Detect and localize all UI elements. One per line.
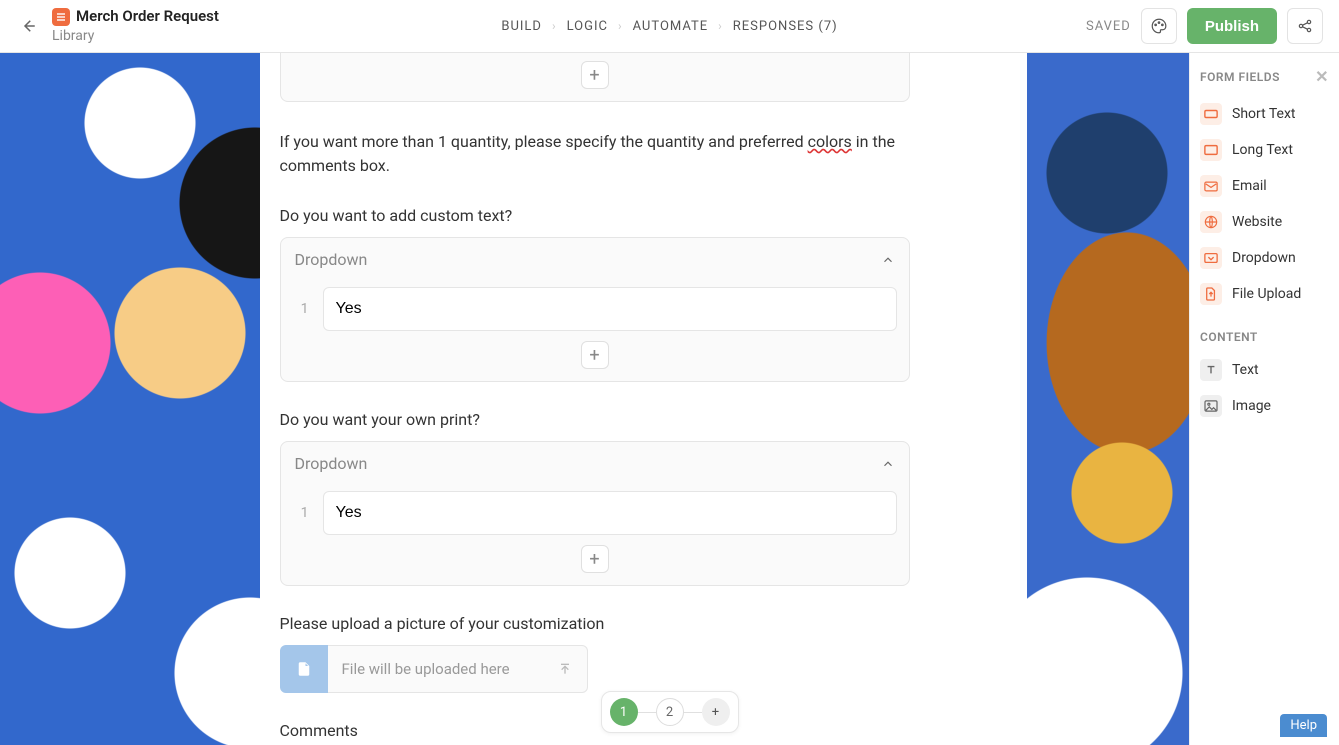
background-art-right (1027, 53, 1189, 745)
tab-logic[interactable]: LOGIC (565, 15, 610, 38)
field-type-short-text[interactable]: Short Text (1200, 96, 1329, 132)
dropdown-header[interactable]: Dropdown (281, 238, 909, 281)
question-custom-text[interactable]: Do you want to add custom text? Dropdown… (280, 206, 910, 382)
upload-placeholder: File will be uploaded here (342, 660, 510, 678)
field-type-label: Dropdown (1232, 250, 1296, 266)
add-option-button[interactable]: + (581, 61, 609, 89)
question-label[interactable]: Do you want to add custom text? (280, 206, 910, 225)
panel-heading: FORM FIELDS (1200, 70, 1280, 84)
field-type-email[interactable]: Email (1200, 168, 1329, 204)
page-2-button[interactable]: 2 (656, 698, 684, 726)
field-type-label: Website (1232, 214, 1282, 230)
chevron-up-icon (881, 253, 895, 267)
form-canvas: + If you want more than 1 quantity, plea… (0, 53, 1189, 745)
theme-button[interactable] (1141, 8, 1177, 44)
content-type-label: Image (1232, 398, 1271, 414)
dropdown-icon (1200, 247, 1222, 269)
field-type-dropdown[interactable]: Dropdown (1200, 240, 1329, 276)
share-icon (1297, 18, 1313, 34)
image-icon (1200, 395, 1222, 417)
question-own-print[interactable]: Do you want your own print? Dropdown 1 + (280, 410, 910, 586)
form-column[interactable]: + If you want more than 1 quantity, plea… (260, 53, 930, 745)
question-upload[interactable]: Please upload a picture of your customiz… (280, 614, 910, 693)
dropdown-header[interactable]: Dropdown (281, 442, 909, 485)
chevron-up-icon (881, 457, 895, 471)
dropdown-option-row[interactable]: 1 (281, 281, 909, 331)
pager-connector (638, 712, 656, 713)
add-option-button[interactable]: + (581, 341, 609, 369)
tab-build[interactable]: BUILD (499, 15, 544, 38)
saved-status: SAVED (1086, 19, 1131, 34)
field-type-website[interactable]: Website (1200, 204, 1329, 240)
email-icon (1200, 175, 1222, 197)
palette-icon (1150, 17, 1168, 35)
page-title: Merch Order Request (76, 7, 219, 27)
intro-paragraph: If you want more than 1 quantity, please… (280, 130, 910, 178)
dropdown-type-label: Dropdown (295, 454, 368, 473)
content-type-image[interactable]: Image (1200, 388, 1329, 424)
question-label[interactable]: Please upload a picture of your customiz… (280, 614, 910, 633)
short-text-icon (1200, 103, 1222, 125)
page-switcher: 1 2 + (601, 691, 739, 733)
question-label[interactable]: Comments (280, 721, 910, 740)
pager-connector (684, 712, 702, 713)
option-input[interactable] (323, 491, 897, 535)
globe-icon (1200, 211, 1222, 233)
file-upload-body[interactable]: File will be uploaded here (328, 645, 588, 693)
panel-heading-content: CONTENT (1200, 330, 1329, 344)
chevron-right-icon: › (718, 19, 723, 33)
dropdown-field[interactable]: Dropdown 1 + (280, 441, 910, 586)
option-index: 1 (293, 505, 317, 521)
long-text-icon (1200, 139, 1222, 161)
field-type-file-upload[interactable]: File Upload (1200, 276, 1329, 312)
tab-responses[interactable]: RESPONSES (7) (731, 15, 840, 38)
option-input[interactable] (323, 287, 897, 331)
upload-arrow-icon (557, 661, 573, 677)
share-button[interactable] (1287, 8, 1323, 44)
field-type-label: Long Text (1232, 142, 1293, 158)
help-button[interactable]: Help (1280, 714, 1327, 737)
option-index: 1 (293, 301, 317, 317)
previous-field-card[interactable]: + (280, 53, 910, 102)
page-1-button[interactable]: 1 (610, 698, 638, 726)
chevron-right-icon: › (618, 19, 623, 33)
question-comments[interactable]: Comments Long text will be typed here (280, 721, 910, 745)
tab-nav: BUILD › LOGIC › AUTOMATE › RESPONSES (7) (499, 15, 839, 38)
question-label[interactable]: Do you want your own print? (280, 410, 910, 429)
field-type-label: File Upload (1232, 286, 1301, 302)
dropdown-type-label: Dropdown (295, 250, 368, 269)
tab-automate[interactable]: AUTOMATE (631, 15, 711, 38)
field-type-label: Short Text (1232, 106, 1296, 122)
close-panel-button[interactable]: ✕ (1315, 67, 1329, 86)
chevron-right-icon: › (552, 19, 557, 33)
breadcrumb[interactable]: Library (52, 27, 219, 45)
topbar: Merch Order Request Library BUILD › LOGI… (0, 0, 1339, 53)
publish-button[interactable]: Publish (1187, 8, 1277, 44)
file-icon (280, 645, 328, 693)
field-type-long-text[interactable]: Long Text (1200, 132, 1329, 168)
dropdown-field[interactable]: Dropdown 1 + (280, 237, 910, 382)
intro-text-err: colors (808, 132, 852, 151)
file-upload-icon (1200, 283, 1222, 305)
content-type-label: Text (1232, 362, 1259, 378)
form-icon (52, 8, 70, 26)
field-type-label: Email (1232, 178, 1267, 194)
text-icon (1200, 359, 1222, 381)
back-button[interactable] (16, 14, 40, 38)
add-page-button[interactable]: + (702, 698, 730, 726)
dropdown-option-row[interactable]: 1 (281, 485, 909, 535)
intro-text-block[interactable]: If you want more than 1 quantity, please… (280, 130, 910, 178)
content-type-text[interactable]: Text (1200, 352, 1329, 388)
add-option-button[interactable]: + (581, 545, 609, 573)
title-block: Merch Order Request Library (52, 7, 219, 45)
file-upload-field[interactable]: File will be uploaded here (280, 645, 910, 693)
form-fields-panel: FORM FIELDS ✕ Short Text Long Text Email… (1189, 53, 1339, 745)
intro-text-a: If you want more than 1 quantity, please… (280, 132, 808, 151)
